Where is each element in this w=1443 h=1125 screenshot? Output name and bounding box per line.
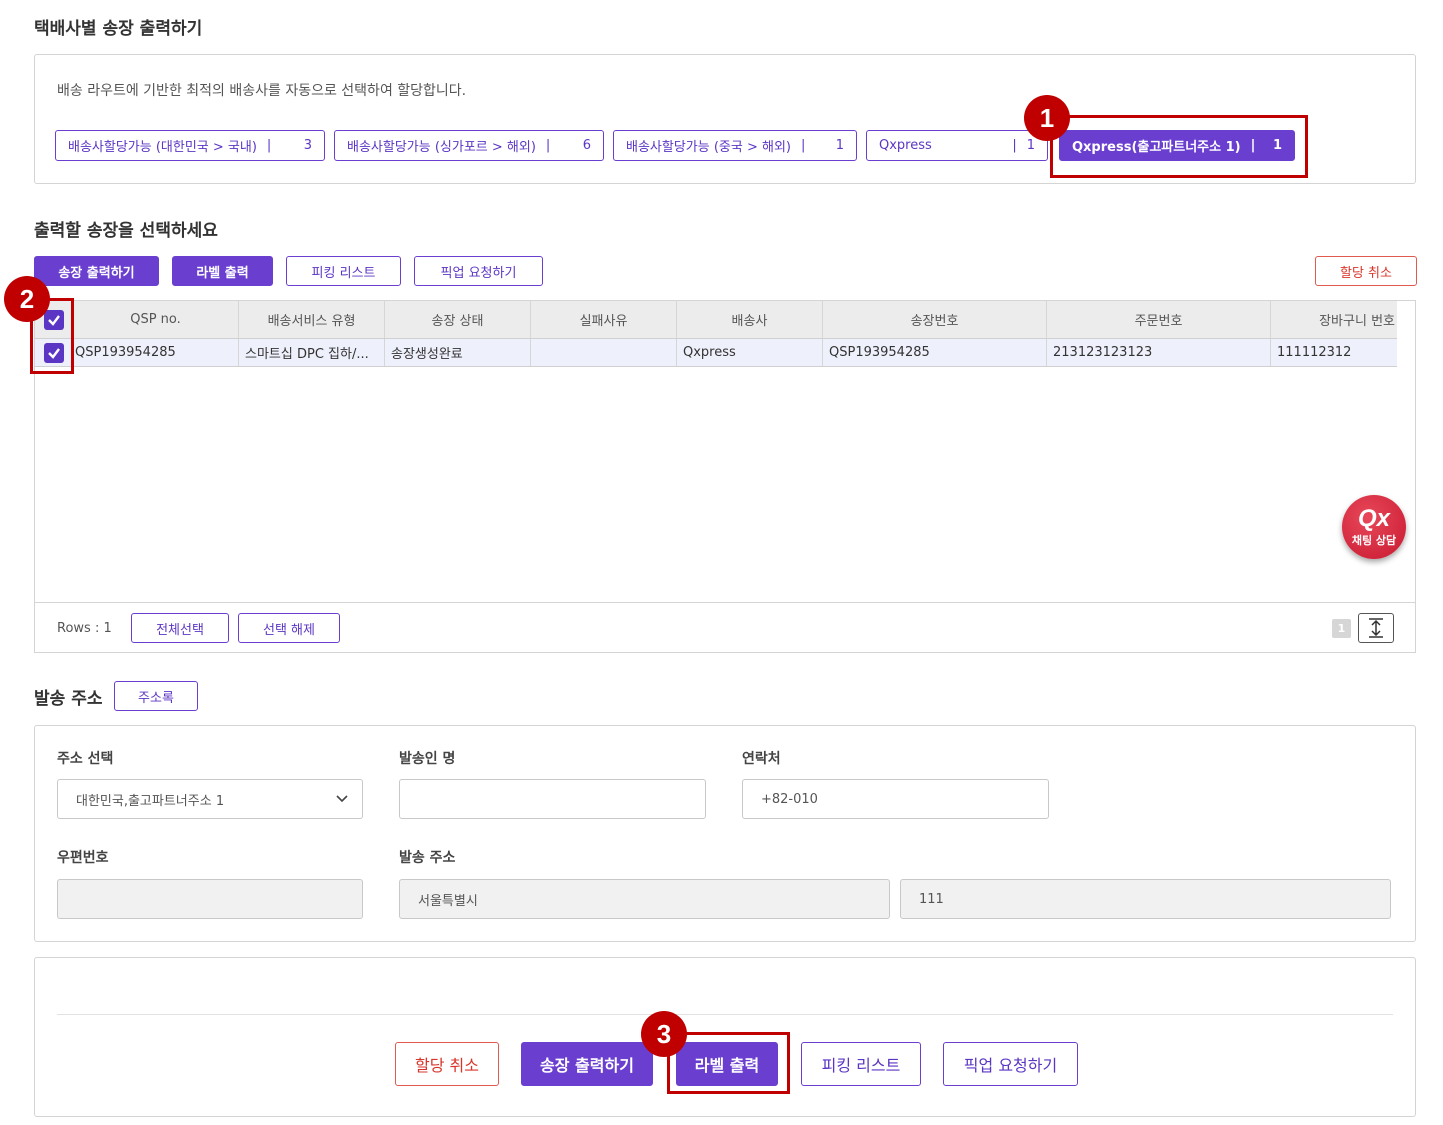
highlight-box-1 <box>1050 115 1308 178</box>
col-service-type[interactable]: 배송서비스 유형 <box>239 301 385 338</box>
carrier-chip-qxpress[interactable]: Qxpress | 1 <box>866 130 1048 161</box>
select-all-button[interactable]: 전체선택 <box>131 613 229 643</box>
chat-label: 채팅 상담 <box>1351 533 1397 547</box>
address-line2-input[interactable]: 111 <box>900 879 1391 919</box>
chip-separator: | <box>266 138 272 153</box>
invoice-grid: QSP no. 배송서비스 유형 송장 상태 실패사유 배송사 송장번호 주문번… <box>34 300 1416 653</box>
table-row[interactable]: QSP193954285 스마트십 DPC 집하/... 송장생성완료 Qxpr… <box>35 339 1397 367</box>
resize-vertical-icon <box>1369 618 1383 638</box>
pickup-request-button[interactable]: 픽업 요청하기 <box>414 256 543 286</box>
col-cart-no[interactable]: 장바구니 번호 <box>1271 301 1397 338</box>
bottom-print-invoice-button[interactable]: 송장 출력하기 <box>521 1042 653 1086</box>
picking-list-button[interactable]: 피킹 리스트 <box>286 256 401 286</box>
invoice-section-title: 출력할 송장을 선택하세요 <box>34 221 218 241</box>
chip-separator: | <box>801 138 806 153</box>
chat-consult-button[interactable]: Qx 채팅 상담 <box>1342 495 1406 559</box>
ship-address-label: 발송 주소 <box>399 850 456 866</box>
chip-count: 3 <box>303 138 312 153</box>
step-badge-3: 3 <box>641 1011 687 1057</box>
col-fail-reason[interactable]: 실패사유 <box>531 301 677 338</box>
col-qsp-no[interactable]: QSP no. <box>73 301 239 338</box>
chip-separator: | <box>1012 138 1017 153</box>
chip-count: 6 <box>582 138 591 153</box>
chevron-down-icon <box>336 795 348 803</box>
address-select-label: 주소 선택 <box>57 751 114 767</box>
actions-divider <box>57 1014 1393 1015</box>
chip-count: 1 <box>1026 138 1035 153</box>
carrier-chip-korea[interactable]: 배송사할당가능 (대한민국 > 국내) | 3 <box>55 130 325 161</box>
chip-label: 배송사할당가능 (싱가포르 > 해외) <box>347 140 536 155</box>
carrier-section-title: 택배사별 송장 출력하기 <box>34 19 203 39</box>
step-badge-2: 2 <box>4 276 50 322</box>
expand-toggle-button[interactable] <box>1358 613 1394 643</box>
chip-label: 배송사할당가능 (중국 > 해외) <box>626 140 791 155</box>
address-select-value: 대한민국,출고파트너주소 1 <box>76 793 225 809</box>
sender-name-input[interactable] <box>399 779 706 819</box>
carrier-chip-singapore[interactable]: 배송사할당가능 (싱가포르 > 해외) | 6 <box>334 130 604 161</box>
chip-count: 1 <box>835 138 844 153</box>
deselect-button[interactable]: 선택 해제 <box>238 613 340 643</box>
carrier-description: 배송 라우트에 기반한 최적의 배송사를 자동으로 선택하여 할당합니다. <box>57 83 467 99</box>
cell-cart-no: 111112312 <box>1277 345 1352 360</box>
address-select-dropdown[interactable]: 대한민국,출고파트너주소 1 <box>57 779 363 819</box>
carrier-chip-china[interactable]: 배송사할당가능 (중국 > 해외) | 1 <box>613 130 857 161</box>
col-order-no[interactable]: 주문번호 <box>1047 301 1271 338</box>
print-label-button[interactable]: 라벨 출력 <box>172 256 273 286</box>
cancel-assign-button[interactable]: 할당 취소 <box>1315 256 1417 286</box>
address-section-title: 발송 주소 <box>34 689 103 709</box>
cell-invoice-status: 송장생성완료 <box>385 339 531 366</box>
address-book-button[interactable]: 주소록 <box>114 681 198 711</box>
print-invoice-button[interactable]: 송장 출력하기 <box>34 256 159 286</box>
chip-label: 배송사할당가능 (대한민국 > 국내) <box>68 140 257 155</box>
qx-logo-icon: Qx <box>1357 504 1390 532</box>
grid-footer: Rows : 1 전체선택 선택 해제 1 <box>35 602 1415 652</box>
cell-order-no: 213123123123 <box>1047 339 1271 366</box>
chip-label: Qxpress <box>879 138 932 153</box>
sender-label: 발송인 명 <box>399 751 456 767</box>
zip-input[interactable] <box>57 879 363 919</box>
bottom-pickup-request-button[interactable]: 픽업 요청하기 <box>943 1042 1078 1086</box>
col-invoice-status[interactable]: 송장 상태 <box>385 301 531 338</box>
cell-fail-reason <box>531 339 677 366</box>
address-line1-input[interactable]: 서울특별시 <box>399 879 890 919</box>
cell-carrier: Qxpress <box>677 339 823 366</box>
zip-label: 우편번호 <box>57 850 109 866</box>
bottom-picking-list-button[interactable]: 피킹 리스트 <box>801 1042 921 1086</box>
bottom-cancel-assign-button[interactable]: 할당 취소 <box>395 1042 499 1086</box>
grid-header: QSP no. 배송서비스 유형 송장 상태 실패사유 배송사 송장번호 주문번… <box>35 301 1397 339</box>
step-badge-1: 1 <box>1024 95 1070 141</box>
rows-count: Rows : 1 <box>57 621 112 636</box>
contact-input[interactable]: +82-010 <box>742 779 1049 819</box>
page-number[interactable]: 1 <box>1332 619 1351 638</box>
col-tracking-no[interactable]: 송장번호 <box>823 301 1047 338</box>
contact-label: 연락처 <box>742 751 781 767</box>
cell-service-type: 스마트십 DPC 집하/... <box>239 339 385 366</box>
col-carrier[interactable]: 배송사 <box>677 301 823 338</box>
cell-qsp-no: QSP193954285 <box>73 339 239 366</box>
chip-separator: | <box>545 138 551 153</box>
cell-tracking-no: QSP193954285 <box>823 339 1047 366</box>
